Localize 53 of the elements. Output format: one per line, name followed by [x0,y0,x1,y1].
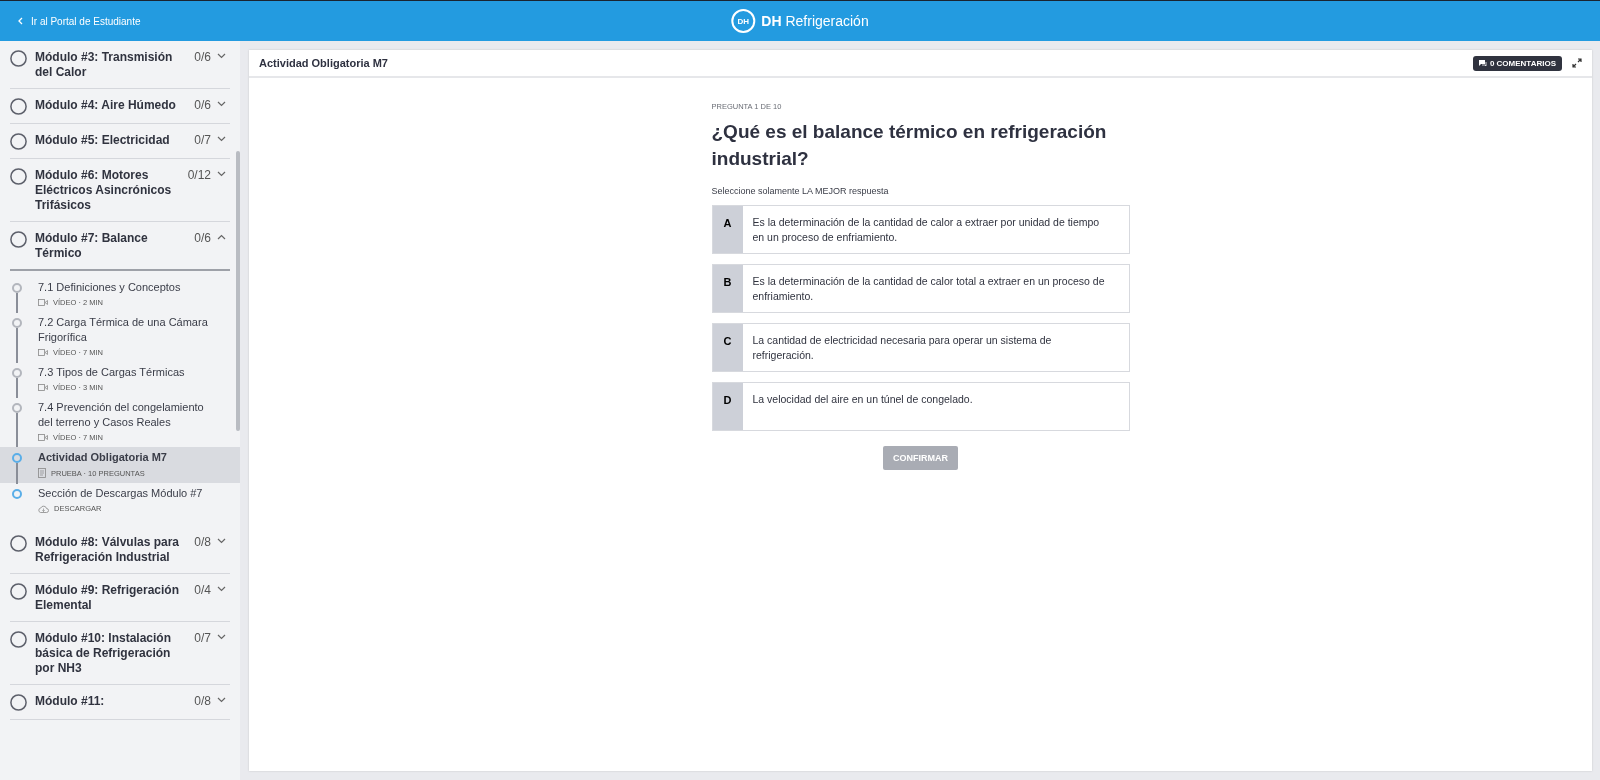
chevron-icon[interactable] [217,101,226,107]
chevron-icon[interactable] [217,586,226,592]
lesson-title: 7.1 Definiciones y Conceptos [38,280,182,295]
comments-button[interactable]: 0 COMENTARIOS [1472,55,1562,71]
module-title[interactable]: Módulo #5: Electricidad [35,133,181,148]
module-title[interactable]: Módulo #7: Balance Térmico [35,231,181,261]
document-icon [38,468,46,478]
module-title[interactable]: Módulo #4: Aire Húmedo [35,98,181,113]
module-title[interactable]: Módulo #8: Válvulas para Refrigeración Industrial [35,535,181,565]
cloud-download-icon [38,504,49,513]
module-progress: 0/8 [193,535,211,549]
brand-name: DH Refrigeración [761,13,869,29]
video-camera-icon [38,299,48,306]
module-title[interactable]: Módulo #9: Refrigeración Elemental [35,583,181,613]
module-progress: 0/6 [193,50,211,64]
module-progress: 0/6 [193,231,211,245]
instruction-text: Seleccione solamente LA MEJOR respuesta [711,186,890,196]
module-progress: 0/12 [186,168,211,182]
module-title[interactable]: Módulo #10: Instalación básica de Refrigeración por NH3 [35,631,181,676]
answer-option[interactable]: D La velocidad del aire en un túnel de congelado. [711,382,1130,431]
chevron-icon[interactable] [217,234,226,240]
chat-bubbles-icon [1478,59,1487,67]
video-camera-icon [38,384,48,391]
expand-icon[interactable] [1572,58,1582,68]
module-progress: 0/6 [193,98,211,112]
module-title[interactable]: Módulo #6: Motores Eléctricos Asincrónicos Trifásicos [35,168,181,213]
chevron-icon[interactable] [217,53,226,59]
answer-option[interactable]: C La cantidad de electricidad necesaria para operar un sistema de refrigeración. [711,323,1130,372]
chevron-icon[interactable] [217,171,226,177]
scrollbar[interactable] [236,151,240,431]
lesson-title: Actividad Obligatoria M7 [38,450,168,465]
question-text: ¿Qué es el balance térmico en refrigeración industrial? [711,120,1108,171]
module-progress: 0/7 [193,133,211,147]
lesson-title: Sección de Descargas Módulo #7 [38,486,204,501]
module-progress: 0/8 [193,694,211,708]
answer-option[interactable]: A Es la determinación de la cantidad de calor a extraer por unidad de tiempo en un proceso de enfriamiento. [711,205,1130,254]
lesson-title: 7.3 Tipos de Cargas Térmicas [38,365,186,380]
lesson-title: 7.4 Prevención del congelamiento del terreno y Casos Reales [38,400,205,430]
module-title[interactable]: Módulo #11: [35,694,181,709]
chevron-icon[interactable] [217,697,226,703]
chevron-icon[interactable] [217,136,226,142]
video-camera-icon [38,349,48,356]
back-chevron-icon [18,17,23,25]
activity-title: Actividad Obligatoria M7 [259,57,389,69]
lesson-title: 7.2 Carga Térmica de una Cámara Frigorífica [38,315,209,345]
module-progress: 0/7 [193,631,211,645]
brand-logo: DH [731,9,756,33]
chevron-icon[interactable] [217,538,226,544]
video-camera-icon [38,434,48,441]
module-title[interactable]: Módulo #3: Transmisión del Calor [35,50,181,80]
answer-option[interactable]: B Es la determinación de la cantidad de calor total a extraer en un proceso de enfriamiento. [711,264,1130,313]
module-progress: 0/4 [193,583,211,597]
chevron-icon[interactable] [217,634,226,640]
